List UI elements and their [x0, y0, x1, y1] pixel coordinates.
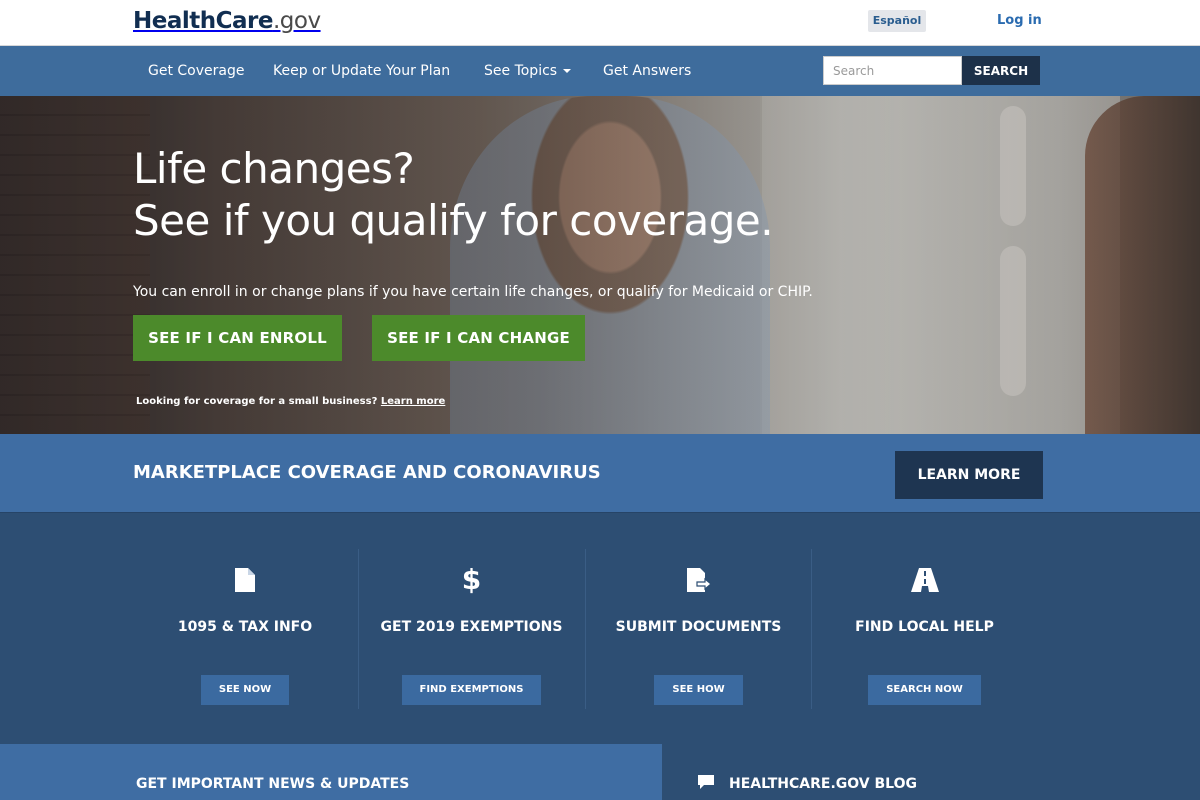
search-button[interactable]: SEARCH [962, 56, 1040, 85]
hero: Life changes? See if you qualify for cov… [0, 96, 1200, 434]
nav-item-see-topics-label: See Topics [484, 63, 558, 79]
tile-title: GET 2019 EXEMPTIONS [380, 619, 563, 635]
tile-title: 1095 & TAX INFO [177, 619, 313, 635]
login-link[interactable]: Log in [997, 13, 1042, 28]
logo-main: HealthCare [133, 8, 273, 34]
nav-item-keep-or-update[interactable]: Keep or Update Your Plan [273, 63, 450, 79]
document-icon [132, 565, 358, 595]
tile-local-help: FIND LOCAL HELP SEARCH NOW [811, 549, 1037, 709]
site-logo[interactable]: HealthCare.gov [133, 8, 321, 34]
change-button[interactable]: SEE IF I CAN CHANGE [372, 315, 585, 361]
hero-headline-line1: Life changes? [133, 144, 415, 193]
see-how-button[interactable]: SEE HOW [654, 675, 743, 705]
news-section: GET IMPORTANT NEWS & UPDATES [0, 744, 662, 800]
top-bar: HealthCare.gov Español Log in [0, 0, 1200, 46]
chevron-down-icon [563, 69, 572, 73]
enroll-button[interactable]: SEE IF I CAN ENROLL [133, 315, 342, 361]
small-business-text: Looking for coverage for a small busines… [136, 396, 378, 407]
dollar-icon: $ [461, 563, 482, 596]
tile-exemptions: $ GET 2019 EXEMPTIONS FIND EXEMPTIONS [358, 549, 584, 709]
blog-title: HEALTHCARE.GOV BLOG [729, 776, 917, 792]
road-icon [812, 565, 1037, 595]
document-upload-icon [586, 565, 811, 595]
small-business-learn-more-link[interactable]: Learn more [381, 396, 445, 407]
search-now-button[interactable]: SEARCH NOW [868, 675, 981, 705]
tile-tax-info: 1095 & TAX INFO SEE NOW [132, 549, 358, 709]
espanol-link[interactable]: Español [868, 10, 926, 32]
quick-links: 1095 & TAX INFO SEE NOW $ GET 2019 EXEMP… [0, 512, 1200, 744]
small-business-note: Looking for coverage for a small busines… [136, 396, 445, 407]
learn-more-button[interactable]: LEARN MORE [895, 451, 1043, 499]
logo-tld: .gov [272, 8, 321, 34]
nav-item-get-answers[interactable]: Get Answers [603, 63, 691, 79]
blog-section: HEALTHCARE.GOV BLOG [662, 744, 1200, 800]
tile-title: SUBMIT DOCUMENTS [615, 619, 782, 635]
search-input[interactable] [823, 56, 962, 85]
main-nav: Get Coverage Keep or Update Your Plan Se… [0, 46, 1200, 96]
see-now-button[interactable]: SEE NOW [200, 675, 290, 705]
tile-title: FIND LOCAL HELP [855, 619, 994, 635]
nav-item-get-coverage[interactable]: Get Coverage [148, 63, 244, 79]
tile-submit-documents: SUBMIT DOCUMENTS SEE HOW [585, 549, 811, 709]
banner-title: MARKETPLACE COVERAGE AND CORONAVIRUS [133, 462, 601, 483]
news-title: GET IMPORTANT NEWS & UPDATES [136, 776, 410, 792]
find-exemptions-button[interactable]: FIND EXEMPTIONS [401, 675, 542, 705]
comment-icon [698, 775, 714, 789]
hero-headline: Life changes? See if you qualify for cov… [133, 143, 774, 247]
nav-item-see-topics[interactable]: See Topics [484, 63, 572, 79]
coronavirus-banner: MARKETPLACE COVERAGE AND CORONAVIRUS LEA… [0, 434, 1200, 512]
bottom-sections: GET IMPORTANT NEWS & UPDATES HEALTHCARE.… [0, 744, 1200, 800]
hero-subtext: You can enroll in or change plans if you… [133, 284, 813, 300]
hero-headline-line2: See if you qualify for coverage. [133, 196, 774, 245]
